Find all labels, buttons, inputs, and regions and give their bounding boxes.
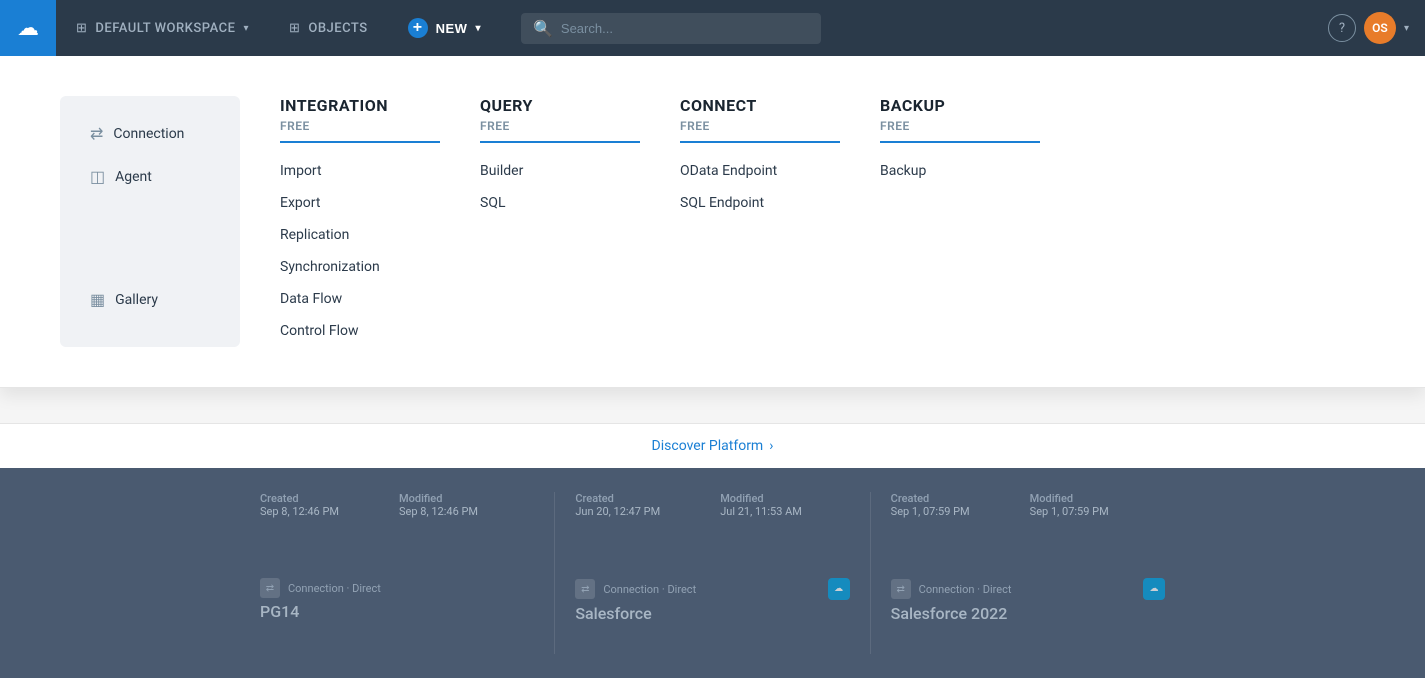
search-box[interactable]: 🔍 xyxy=(521,13,821,44)
agent-icon: ◫ xyxy=(90,167,105,186)
discover-platform-link[interactable]: Discover Platform › xyxy=(652,438,774,454)
workspace-grid-icon: ⊞ xyxy=(76,21,87,36)
odata-endpoint-item[interactable]: OData Endpoint xyxy=(680,155,840,187)
data-flow-item[interactable]: Data Flow xyxy=(280,283,440,315)
workspace-label: DEFAULT WORKSPACE xyxy=(95,21,235,36)
card-salesforce-type-row: ⇄ Connection · Direct ☁ xyxy=(575,578,849,600)
salesforce-2022-logo: ☁ xyxy=(1143,578,1165,600)
help-button[interactable]: ? xyxy=(1328,14,1356,42)
agent-item[interactable]: ◫ Agent xyxy=(80,159,220,194)
objects-grid-icon: ⊞ xyxy=(289,21,300,36)
search-container: 🔍 xyxy=(501,13,1328,44)
connect-subtitle: FREE xyxy=(680,119,840,143)
integration-column: INTEGRATION FREE Import Export Replicati… xyxy=(280,96,440,347)
import-item[interactable]: Import xyxy=(280,155,440,187)
objects-label: OBJECTS xyxy=(308,21,367,36)
workspace-selector[interactable]: ⊞ DEFAULT WORKSPACE ▾ xyxy=(56,0,269,56)
card-salesforce-2022-type-row: ⇄ Connection · Direct ☁ xyxy=(891,578,1165,600)
gallery-icon: ▦ xyxy=(90,290,105,309)
connection-label: Connection xyxy=(113,126,184,142)
sql-item[interactable]: SQL xyxy=(480,187,640,219)
export-item[interactable]: Export xyxy=(280,187,440,219)
replication-item[interactable]: Replication xyxy=(280,219,440,251)
avatar[interactable]: OS xyxy=(1364,12,1396,44)
connection-item[interactable]: ⇄ Connection xyxy=(80,116,220,151)
app-logo[interactable]: ☁ xyxy=(0,0,56,56)
card-salesforce-2022-modified: Modified Sep 1, 07:59 PM xyxy=(1030,492,1109,518)
new-plus-icon: + xyxy=(408,18,428,38)
new-chevron-icon: ▾ xyxy=(475,23,481,34)
discover-platform-bar: Discover Platform › xyxy=(0,423,1425,468)
workspace-chevron-icon: ▾ xyxy=(243,23,249,34)
card-salesforce-2022-type-icon: ⇄ xyxy=(891,579,911,599)
connection-icon: ⇄ xyxy=(90,124,103,143)
agent-label: Agent xyxy=(115,169,152,185)
integration-subtitle: FREE xyxy=(280,119,440,143)
card-pg14-name: PG14 xyxy=(260,602,534,621)
cloud-icon: ☁ xyxy=(17,16,39,41)
salesforce-logo: ☁ xyxy=(828,578,850,600)
card-salesforce-2022: Created Sep 1, 07:59 PM Modified Sep 1, … xyxy=(871,484,1185,662)
control-flow-item[interactable]: Control Flow xyxy=(280,315,440,347)
query-title: QUERY xyxy=(480,96,640,115)
backup-title: BACKUP xyxy=(880,96,1040,115)
card-salesforce: Created Jun 20, 12:47 PM Modified Jul 21… xyxy=(555,484,869,662)
card-pg14-type-row: ⇄ Connection · Direct xyxy=(260,578,534,598)
card-pg14-created: Created Sep 8, 12:46 PM xyxy=(260,492,339,518)
card-salesforce-dates: Created Jun 20, 12:47 PM Modified Jul 21… xyxy=(575,492,849,518)
query-column: QUERY FREE Builder SQL xyxy=(480,96,640,347)
connect-title: CONNECT xyxy=(680,96,840,115)
left-panel-bottom: ▦ Gallery xyxy=(80,282,220,317)
backup-subtitle: FREE xyxy=(880,119,1040,143)
connect-column: CONNECT FREE OData Endpoint SQL Endpoint xyxy=(680,96,840,347)
new-label: NEW xyxy=(436,21,468,36)
help-icon: ? xyxy=(1339,21,1345,36)
discover-label: Discover Platform xyxy=(652,438,764,454)
card-salesforce-2022-name: Salesforce 2022 xyxy=(891,604,1165,623)
sql-endpoint-item[interactable]: SQL Endpoint xyxy=(680,187,840,219)
nav-right-section: ? OS ▾ xyxy=(1328,12,1425,44)
builder-item[interactable]: Builder xyxy=(480,155,640,187)
left-panel: ⇄ Connection ◫ Agent ▦ Gallery xyxy=(60,96,240,347)
search-icon: 🔍 xyxy=(533,19,553,38)
card-pg14-type-icon: ⇄ xyxy=(260,578,280,598)
gallery-item[interactable]: ▦ Gallery xyxy=(80,282,220,317)
integration-title: INTEGRATION xyxy=(280,96,440,115)
backup-column: BACKUP FREE Backup xyxy=(880,96,1040,347)
card-salesforce-2022-type: Connection · Direct xyxy=(919,583,1012,596)
cards-area: Created Sep 8, 12:46 PM Modified Sep 8, … xyxy=(0,468,1425,678)
top-navigation: ☁ ⊞ DEFAULT WORKSPACE ▾ ⊞ OBJECTS + NEW … xyxy=(0,0,1425,56)
objects-nav-item[interactable]: ⊞ OBJECTS xyxy=(269,0,388,56)
query-subtitle: FREE xyxy=(480,119,640,143)
new-button[interactable]: + NEW ▾ xyxy=(388,0,501,56)
discover-chevron-icon: › xyxy=(769,438,773,454)
card-salesforce-type-icon: ⇄ xyxy=(575,579,595,599)
card-pg14-modified: Modified Sep 8, 12:46 PM xyxy=(399,492,478,518)
card-pg14-type: Connection · Direct xyxy=(288,582,381,595)
card-pg14-dates: Created Sep 8, 12:46 PM Modified Sep 8, … xyxy=(260,492,534,518)
gallery-label: Gallery xyxy=(115,292,158,308)
card-salesforce-2022-created: Created Sep 1, 07:59 PM xyxy=(891,492,970,518)
card-pg14: Created Sep 8, 12:46 PM Modified Sep 8, … xyxy=(240,484,554,662)
card-salesforce-modified: Modified Jul 21, 11:53 AM xyxy=(720,492,802,518)
card-salesforce-2022-dates: Created Sep 1, 07:59 PM Modified Sep 1, … xyxy=(891,492,1165,518)
avatar-chevron-icon[interactable]: ▾ xyxy=(1404,23,1409,34)
card-salesforce-name: Salesforce xyxy=(575,604,849,623)
card-salesforce-type: Connection · Direct xyxy=(603,583,696,596)
avatar-initials: OS xyxy=(1372,21,1388,35)
card-salesforce-created: Created Jun 20, 12:47 PM xyxy=(575,492,660,518)
backup-item[interactable]: Backup xyxy=(880,155,1040,187)
new-dropdown-menu: ⇄ Connection ◫ Agent ▦ Gallery INTEGRATI… xyxy=(0,56,1425,388)
search-input[interactable] xyxy=(561,21,809,36)
synchronization-item[interactable]: Synchronization xyxy=(280,251,440,283)
